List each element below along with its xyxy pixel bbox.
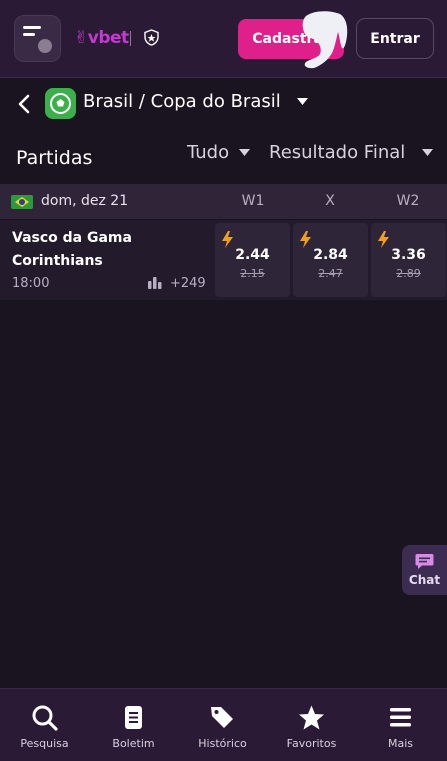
menu-line-icon — [23, 26, 41, 29]
nav-search[interactable]: Pesquisa — [0, 689, 89, 761]
boost-bolt-icon — [222, 231, 233, 248]
odd-button-w2[interactable]: 3.36 2.89 — [371, 223, 446, 297]
chevron-down-icon[interactable] — [296, 97, 309, 106]
filter-all-dropdown[interactable]: Tudo — [187, 142, 229, 163]
away-team-name[interactable]: Corinthians — [12, 253, 103, 269]
nav-label: Boletim — [112, 737, 155, 750]
nav-label: Histórico — [198, 737, 247, 750]
soccer-league-icon — [45, 88, 76, 119]
odd-value: 3.36 — [391, 247, 426, 263]
more-markets-count[interactable]: +249 — [170, 276, 206, 291]
date-group-header: dom, dez 21 W1 X W2 — [0, 184, 447, 219]
odd-value: 2.44 — [235, 247, 270, 263]
logo-divider — [130, 31, 131, 46]
column-header-x: X — [325, 193, 335, 209]
odd-button-x[interactable]: 2.84 2.47 — [293, 223, 368, 297]
odd-value: 2.84 — [313, 247, 348, 263]
club-crest-icon — [144, 29, 159, 46]
boost-bolt-icon — [300, 231, 311, 248]
nav-label: Pesquisa — [20, 737, 69, 750]
soccer-ball-icon — [38, 39, 52, 53]
odd-button-w1[interactable]: 2.44 2.15 — [215, 223, 290, 297]
chat-bubble-icon — [415, 554, 434, 569]
nav-label: Favoritos — [286, 737, 337, 750]
back-arrow-icon[interactable] — [16, 93, 32, 115]
breadcrumb: Brasil / Copa do Brasil — [0, 78, 447, 130]
odd-previous-value: 2.47 — [318, 267, 343, 280]
nav-label: Mais — [387, 737, 414, 750]
bottom-navigation: Pesquisa Boletim Histórico Favoritos Mai… — [0, 688, 447, 761]
star-icon — [299, 705, 324, 730]
odd-previous-value: 2.15 — [240, 267, 265, 280]
competition-title[interactable]: Brasil / Copa do Brasil — [83, 91, 281, 112]
hamburger-menu-button[interactable] — [14, 15, 61, 62]
filter-bar: Partidas Tudo Resultado Final — [0, 130, 447, 182]
menu-icon — [390, 708, 411, 727]
match-row[interactable]: Vasco da Gama Corinthians 18:00 +249 2.4… — [0, 220, 447, 300]
vbet-logo[interactable]: ✌vbet — [74, 28, 129, 48]
chat-label: Chat — [408, 573, 441, 587]
match-time: 18:00 — [12, 276, 50, 291]
nav-more[interactable]: Mais — [356, 689, 445, 761]
odd-previous-value: 2.89 — [396, 267, 421, 280]
market-dropdown[interactable]: Resultado Final — [269, 142, 405, 163]
column-header-w2: W2 — [396, 193, 420, 209]
nav-favorites[interactable]: Favoritos — [267, 689, 356, 761]
chat-button[interactable]: Chat — [402, 545, 447, 595]
search-icon — [32, 705, 58, 731]
brazil-flag-icon — [11, 195, 33, 209]
section-title: Partidas — [16, 147, 93, 169]
column-header-w1: W1 — [241, 193, 265, 209]
menu-line-icon — [23, 33, 35, 36]
match-date: dom, dez 21 — [41, 193, 129, 209]
boost-bolt-icon — [378, 231, 389, 248]
login-button[interactable]: Entrar — [356, 18, 434, 59]
chevron-down-icon[interactable] — [421, 148, 434, 157]
tags-icon — [211, 707, 233, 728]
register-button[interactable]: Cadastrar — [238, 19, 344, 59]
chevron-down-icon[interactable] — [238, 148, 251, 157]
stats-icon[interactable] — [148, 276, 162, 289]
nav-history[interactable]: Histórico — [178, 689, 267, 761]
betslip-icon — [125, 706, 142, 729]
home-team-name[interactable]: Vasco da Gama — [12, 230, 132, 246]
top-bar: ✌vbet Cadastrar Entrar — [0, 0, 447, 78]
nav-betslip[interactable]: Boletim — [89, 689, 178, 761]
app-root: ✌vbet Cadastrar Entrar Brasil / Copa do … — [0, 0, 447, 761]
